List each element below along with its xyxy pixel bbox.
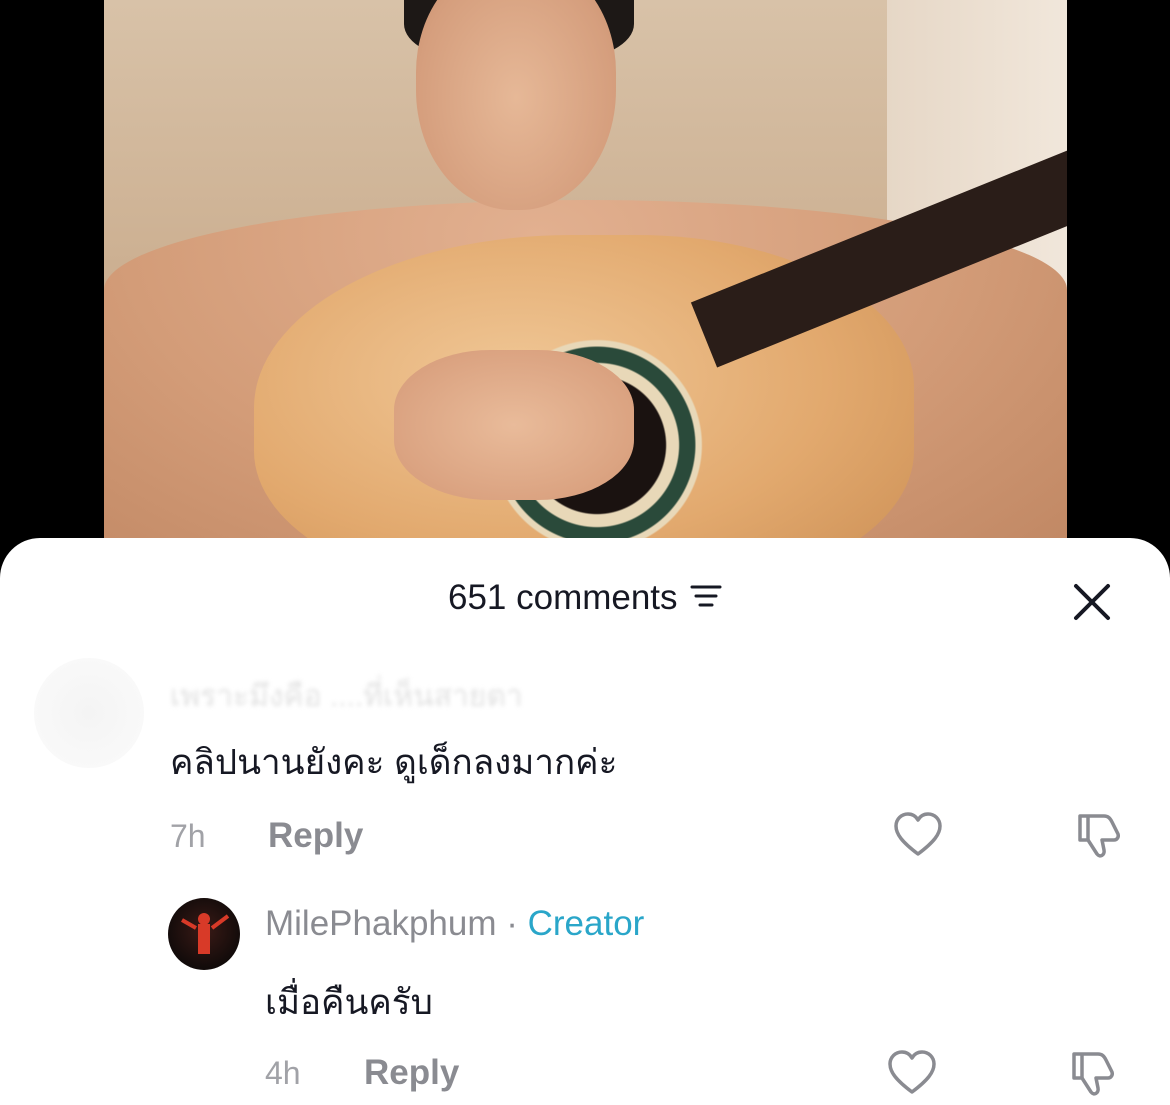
reply-button[interactable]: Reply bbox=[364, 1053, 459, 1093]
comments-header: 651 comments bbox=[0, 578, 1170, 618]
filter-icon[interactable] bbox=[690, 583, 722, 614]
heart-icon[interactable] bbox=[892, 810, 944, 862]
video-person-head bbox=[416, 0, 616, 210]
heart-icon[interactable] bbox=[886, 1048, 938, 1100]
creator-badge: Creator bbox=[527, 904, 645, 943]
close-icon[interactable] bbox=[1070, 580, 1114, 624]
creator-username[interactable]: MilePhakphum bbox=[265, 904, 497, 943]
comment-timestamp: 7h bbox=[170, 818, 206, 854]
video-person-hand bbox=[394, 350, 634, 500]
reply-button[interactable]: Reply bbox=[268, 816, 363, 856]
comment-text: คลิปนานยังคะ ดูเด็กลงมากค่ะ bbox=[170, 743, 618, 782]
comment-count: 651 comments bbox=[447, 578, 678, 617]
avatar[interactable] bbox=[168, 898, 240, 970]
thumbs-down-icon[interactable] bbox=[1066, 1048, 1118, 1100]
comment-username[interactable]: เพราะมึงคือ ....ที่เห็นสายตา bbox=[170, 673, 523, 720]
avatar[interactable] bbox=[34, 658, 144, 768]
comment-text: เมื่อคืนครับ bbox=[265, 983, 433, 1022]
comment-timestamp: 4h bbox=[265, 1055, 301, 1091]
username-separator: · bbox=[496, 904, 528, 943]
comments-sheet: 651 comments เพราะมึงคือ ....ที่เห็นสายต… bbox=[0, 538, 1170, 1105]
comment-username[interactable]: MilePhakphum · Creator bbox=[265, 904, 644, 944]
video-player[interactable] bbox=[0, 0, 1170, 560]
thumbs-down-icon[interactable] bbox=[1072, 810, 1124, 862]
video-frame bbox=[104, 0, 1067, 560]
